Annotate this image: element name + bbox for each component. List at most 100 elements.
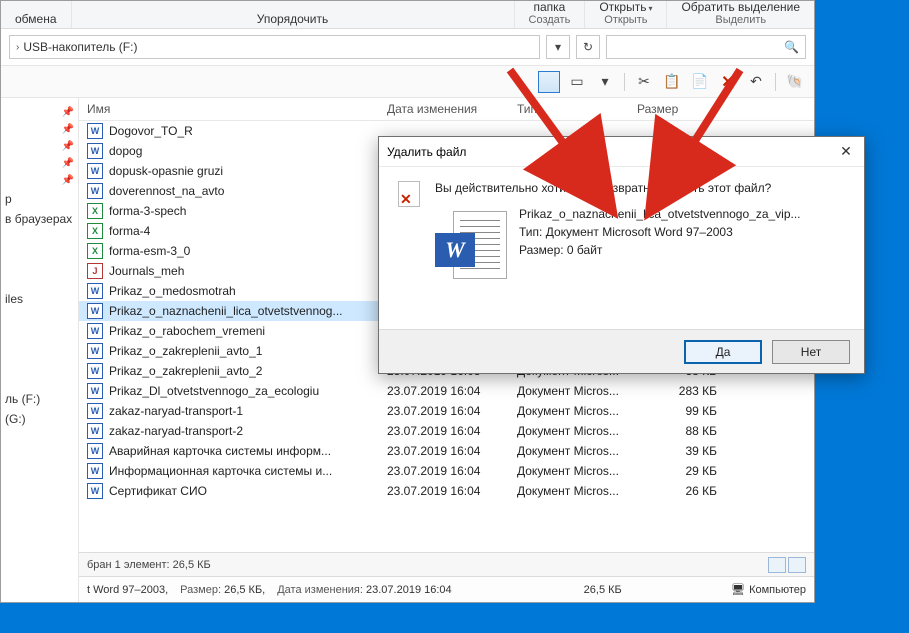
file-row[interactable]: Wzakaz-naryad-transport-223.07.2019 16:0… <box>79 421 814 441</box>
pin-icon: 📌 <box>62 107 74 118</box>
file-name: Prikaz_Dl_otvetstvennogo_za_ecologiu <box>109 384 319 398</box>
ribbon-group-open[interactable]: Открыть▾ Открыть <box>585 1 667 28</box>
pin-icon: 📌 <box>62 141 74 152</box>
file-type: Документ Micros... <box>517 444 637 458</box>
file-type: Документ Micros... <box>517 384 637 398</box>
dialog-buttons: Да Нет <box>379 329 864 373</box>
shell-icon: 🐚 <box>786 73 803 90</box>
dialog-body: Вы действительно хотите безвозвратно уда… <box>379 167 864 329</box>
search-input[interactable]: 🔍 <box>606 35 806 59</box>
sidebar-item[interactable]: 📌 <box>3 104 76 121</box>
file-size: 283 КБ <box>637 384 717 398</box>
file-icon: W <box>87 423 103 439</box>
file-date: 23.07.2019 16:04 <box>387 384 517 398</box>
cut-button[interactable]: ✂ <box>633 71 655 93</box>
nav-sidebar[interactable]: 📌 📌 📌 📌 📌 р в браузерах iles ль (F:) (G:… <box>1 98 79 602</box>
dialog-question: Вы действительно хотите безвозвратно уда… <box>435 181 848 195</box>
paste-button[interactable]: 📄 <box>689 71 711 93</box>
ribbon-group-new[interactable]: папка Создать <box>515 1 586 28</box>
file-date: 23.07.2019 16:04 <box>387 444 517 458</box>
sidebar-item[interactable]: iles <box>3 289 76 309</box>
undo-icon: ↶ <box>750 73 762 90</box>
scissors-icon: ✂ <box>638 73 650 90</box>
address-row: › USB-накопитель (F:) ▾ ↻ 🔍 <box>1 29 814 66</box>
file-icon: W <box>87 483 103 499</box>
file-icon: W <box>87 163 103 179</box>
dialog-file-meta: Prikaz_o_naznachenii_lica_otvetstvennogo… <box>519 205 801 259</box>
chevron-right-icon: › <box>16 42 19 53</box>
sidebar-item[interactable]: 📌 <box>3 172 76 189</box>
sidebar-item[interactable]: 📌 <box>3 155 76 172</box>
file-name: forma-esm-3_0 <box>109 244 190 258</box>
col-size[interactable]: Размер <box>637 102 717 116</box>
preview-pane-button[interactable] <box>538 71 560 93</box>
detail-type: t Word 97–2003, <box>87 584 168 596</box>
view-details-button[interactable] <box>768 557 786 573</box>
column-headers[interactable]: Имя Дата изменения Тип Размер <box>79 98 814 121</box>
address-path: USB-накопитель (F:) <box>23 40 137 54</box>
file-icon: W <box>87 123 103 139</box>
file-name: zakaz-naryad-transport-1 <box>109 404 243 418</box>
refresh-icon: ↻ <box>583 40 593 54</box>
file-row[interactable]: WИнформационная карточка системы и...23.… <box>79 461 814 481</box>
file-icon: X <box>87 203 103 219</box>
file-name: zakaz-naryad-transport-2 <box>109 424 243 438</box>
refresh-button[interactable]: ↻ <box>576 35 600 59</box>
pin-icon: 📌 <box>62 158 74 169</box>
file-row[interactable]: W Prikaz_Dl_otvetstvennogo_za_ecologiu 23.… <box>79 381 814 401</box>
file-icon: X <box>87 223 103 239</box>
close-button[interactable]: ✕ <box>836 143 856 160</box>
sidebar-item[interactable]: 📌 <box>3 121 76 138</box>
col-date[interactable]: Дата изменения <box>387 102 517 116</box>
file-type: Документ Micros... <box>517 404 637 418</box>
extra-tool-button[interactable]: 🐚 <box>784 71 806 93</box>
file-row[interactable]: WСертификат СИО23.07.2019 16:04Документ … <box>79 481 814 501</box>
clipboard-icon: 📄 <box>691 73 708 90</box>
details-pane-button[interactable]: ▭ <box>566 71 588 93</box>
file-name: Prikaz_o_zakreplenii_avto_2 <box>109 364 262 378</box>
file-type: Документ Micros... <box>517 484 637 498</box>
file-name: Journals_meh <box>109 264 184 278</box>
no-button[interactable]: Нет <box>772 340 850 364</box>
sidebar-item[interactable]: 📌 <box>3 138 76 155</box>
file-size: 88 КБ <box>637 424 717 438</box>
sidebar-item[interactable]: ль (F:) <box>3 389 76 409</box>
file-icon: W <box>87 303 103 319</box>
file-name: doverennost_na_avto <box>109 184 224 198</box>
view-icons-button[interactable] <box>788 557 806 573</box>
file-icon: X <box>87 243 103 259</box>
status-bar: бран 1 элемент: 26,5 КБ <box>79 552 814 576</box>
file-name: Dogovor_TO_R <box>109 124 193 138</box>
file-date: 23.07.2019 16:04 <box>387 464 517 478</box>
file-icon: W <box>87 403 103 419</box>
dialog-titlebar[interactable]: Удалить файл ✕ <box>379 137 864 167</box>
copy-button[interactable]: 📋 <box>661 71 683 93</box>
undo-button[interactable]: ↶ <box>745 71 767 93</box>
file-icon: W <box>87 363 103 379</box>
file-row[interactable]: Wzakaz-naryad-transport-123.07.2019 16:0… <box>79 401 814 421</box>
file-size: 29 КБ <box>637 464 717 478</box>
file-name: Prikaz_o_zakreplenii_avto_1 <box>109 344 262 358</box>
ribbon-group-clipboard[interactable]: обмена <box>1 1 72 28</box>
chevron-down-icon[interactable]: ▾ <box>594 71 616 93</box>
ribbon-group-organize[interactable]: Упорядочить <box>72 1 515 28</box>
file-row[interactable]: WАварийная карточка системы информ...23.… <box>79 441 814 461</box>
file-icon: W <box>87 343 103 359</box>
dialog-filename: Prikaz_o_naznachenii_lica_otvetstvennogo… <box>519 205 801 223</box>
ribbon-group-select[interactable]: Обратить выделение Выделить <box>667 1 814 28</box>
dropdown-button[interactable]: ▾ <box>546 35 570 59</box>
file-name: Prikaz_o_medosmotrah <box>109 284 236 298</box>
sidebar-item[interactable]: р <box>3 189 76 209</box>
close-icon: ✕ <box>840 143 852 159</box>
sidebar-item[interactable]: (G:) <box>3 409 76 429</box>
col-type[interactable]: Тип <box>517 102 637 116</box>
dialog-title: Удалить файл <box>387 145 466 159</box>
file-icon: W <box>87 383 103 399</box>
yes-button[interactable]: Да <box>684 340 762 364</box>
col-name[interactable]: Имя <box>87 102 387 116</box>
pin-icon: 📌 <box>62 175 74 186</box>
address-bar[interactable]: › USB-накопитель (F:) <box>9 35 540 59</box>
sidebar-item[interactable]: в браузерах <box>3 209 76 229</box>
delete-button[interactable]: ✕ <box>717 71 739 93</box>
file-name: Сертификат СИО <box>109 484 207 498</box>
